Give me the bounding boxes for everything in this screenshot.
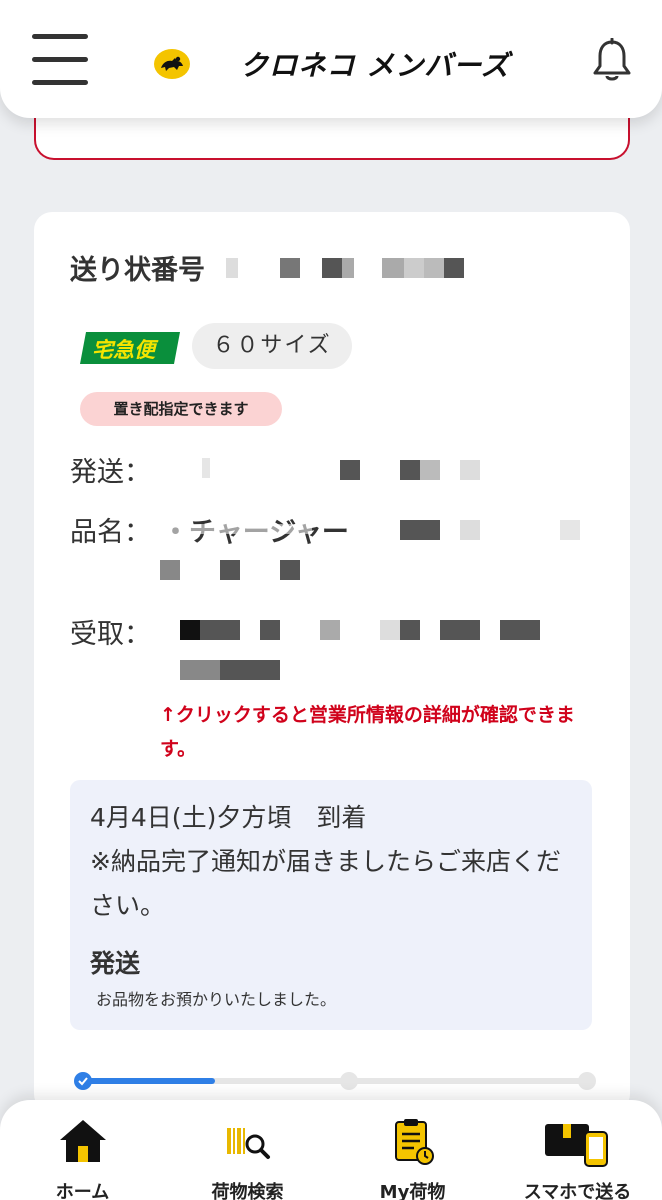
size-chip: ６０サイズ [192,323,352,369]
app-header: クロネコ メンバーズ [0,0,662,118]
receiver-label: 受取： [70,619,151,650]
bell-icon[interactable] [590,37,634,84]
black-cat-logo-icon [154,49,190,79]
home-icon [58,1118,108,1168]
nav-my-packages[interactable]: My荷物 [330,1100,495,1200]
bottom-navigation: ホーム 荷物検索 My荷物 スマホで送る [0,1100,662,1200]
delivery-progress-bar [74,1072,596,1090]
app-logo: クロネコ メンバーズ [154,44,510,84]
delivery-eta: 4月4日(土)夕方頃 到着 [90,803,367,832]
tracking-label: 送り状番号 [70,255,205,286]
package-card: 送り状番号 宅急便 ６０サイズ 置き配指定できます 発送： 品名： ・チャージャ… [34,212,630,1112]
nav-search-label: 荷物検索 [211,1182,284,1200]
progress-step-transit [340,1072,358,1090]
progress-fill [78,1078,216,1084]
phone-box-icon [543,1118,613,1172]
takkyubin-badge: 宅急便 [80,332,180,364]
nav-home[interactable]: ホーム [0,1100,165,1200]
item-label: 品名： [70,517,151,548]
nav-send-by-phone-label: スマホで送る [523,1182,632,1200]
status-title: 発送 [90,949,141,978]
clipboard-icon [388,1118,438,1172]
status-text: お品物をお預かりいたしました。 [96,990,337,1009]
nav-send-by-phone[interactable]: スマホで送る [495,1100,660,1200]
menu-icon[interactable] [32,32,90,88]
delivery-notice: ※納品完了通知が届きましたらご来店ください。 [90,847,561,920]
nav-search[interactable]: 荷物検索 [165,1100,330,1200]
progress-step-delivered [578,1072,596,1090]
okihai-badge: 置き配指定できます [80,392,282,426]
takkyubin-label: 宅急便 [92,338,155,362]
office-info-hint: ↑クリックすると営業所情報の詳細が確認できます。 [160,704,575,760]
progress-step-sent [74,1072,92,1090]
delivery-info-box: 4月4日(土)夕方頃 到着 ※納品完了通知が届きましたらご来店ください。 発送 … [70,780,592,1030]
nav-home-label: ホーム [55,1182,110,1200]
app-name: クロネコ メンバーズ [240,49,510,82]
delivery-eta-block: 4月4日(土)夕方頃 到着 ※納品完了通知が届きましたらご来店ください。 [90,796,570,928]
barcode-search-icon [223,1118,273,1168]
sender-label: 発送： [70,457,151,488]
tracking-number-redacted [226,258,466,280]
nav-my-packages-label: My荷物 [379,1182,446,1200]
